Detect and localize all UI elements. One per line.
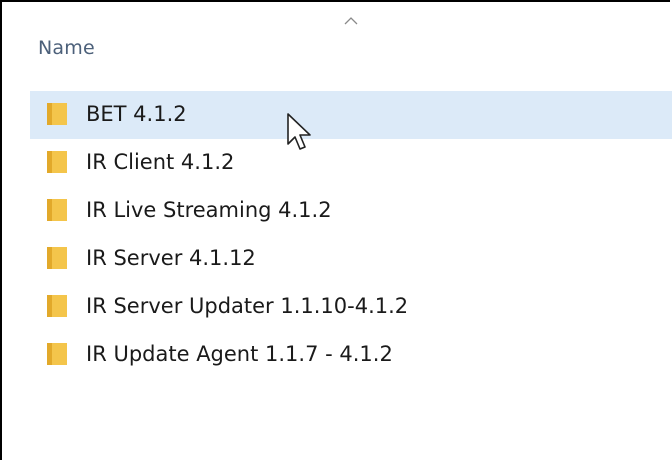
file-list: BET 4.1.2 IR Client 4.1.2 IR Live Stream… [30, 91, 672, 379]
chevron-up-icon[interactable] [343, 16, 359, 26]
file-explorer-pane: Name BET 4.1.2 IR Client 4.1.2 IR Live S… [0, 0, 672, 460]
folder-icon [47, 199, 67, 221]
list-item[interactable]: IR Server Updater 1.1.10-4.1.2 [30, 283, 672, 331]
file-name: IR Client 4.1.2 [86, 150, 235, 174]
folder-icon [47, 343, 67, 365]
list-item[interactable]: IR Live Streaming 4.1.2 [30, 187, 672, 235]
file-name: IR Server 4.1.12 [86, 246, 256, 270]
folder-icon [47, 151, 67, 173]
file-name: IR Update Agent 1.1.7 - 4.1.2 [86, 342, 393, 366]
list-item[interactable]: IR Server 4.1.12 [30, 235, 672, 283]
list-item[interactable]: IR Update Agent 1.1.7 - 4.1.2 [30, 331, 672, 379]
folder-icon [47, 103, 67, 125]
folder-icon [47, 247, 67, 269]
file-name: IR Live Streaming 4.1.2 [86, 198, 332, 222]
file-name: BET 4.1.2 [86, 102, 187, 126]
file-name: IR Server Updater 1.1.10-4.1.2 [86, 294, 409, 318]
list-item[interactable]: IR Client 4.1.2 [30, 139, 672, 187]
list-item[interactable]: BET 4.1.2 [30, 91, 672, 139]
folder-icon [47, 295, 67, 317]
column-header-name[interactable]: Name [38, 37, 95, 59]
